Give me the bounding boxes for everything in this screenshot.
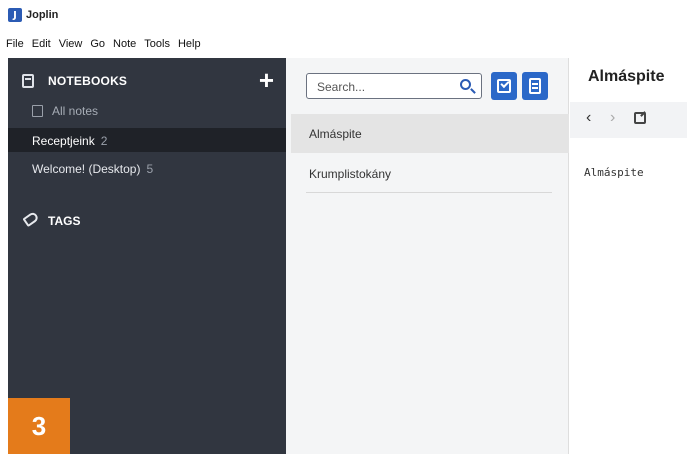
notebook-count: 5	[146, 162, 154, 176]
joplin-logo-icon: J	[8, 8, 22, 22]
search-icon[interactable]	[460, 79, 471, 90]
checkbox-icon	[497, 79, 511, 93]
new-note-button[interactable]	[522, 72, 548, 100]
list-divider	[306, 192, 552, 193]
notebook-icon	[22, 74, 34, 88]
add-notebook-button[interactable]: +	[259, 66, 274, 94]
search-input[interactable]: Search...	[306, 73, 482, 99]
all-notes-icon	[32, 105, 43, 117]
all-notes-item[interactable]: All notes	[8, 100, 286, 122]
menu-help[interactable]: Help	[178, 38, 201, 50]
title-bar: J Joplin	[0, 0, 687, 30]
note-title-heading[interactable]: Almáspite	[588, 68, 664, 86]
notebook-label: Welcome! (Desktop)	[32, 162, 141, 176]
new-todo-button[interactable]	[491, 72, 517, 100]
note-list-item[interactable]: Krumplistokány	[291, 154, 569, 193]
search-placeholder: Search...	[317, 80, 366, 94]
menu-file[interactable]: File	[6, 38, 24, 50]
tags-header[interactable]: TAGS	[8, 208, 286, 234]
note-title: Almáspite	[309, 127, 362, 141]
note-title: Krumplistokány	[309, 167, 392, 181]
note-icon	[529, 78, 541, 94]
note-body[interactable]: Almáspite	[584, 166, 644, 179]
all-notes-label: All notes	[52, 104, 99, 118]
note-editor: Almáspite ‹ › Almáspite	[570, 58, 687, 454]
menu-view[interactable]: View	[59, 38, 83, 50]
tags-title: TAGS	[48, 214, 81, 228]
menu-tools[interactable]: Tools	[144, 38, 170, 50]
notebooks-title: NOTEBOOKS	[48, 74, 128, 88]
notebook-item-welcome[interactable]: Welcome! (Desktop) 5	[8, 156, 286, 180]
external-edit-icon[interactable]	[634, 112, 646, 124]
notebook-count: 2	[100, 134, 108, 148]
back-button[interactable]: ‹	[586, 109, 591, 127]
menu-edit[interactable]: Edit	[32, 38, 51, 50]
note-list: Search... Almáspite Krumplistokány	[286, 58, 569, 454]
note-list-item[interactable]: Almáspite	[291, 114, 569, 153]
editor-toolbar: ‹ ›	[570, 102, 687, 138]
window-title: Joplin	[26, 9, 59, 21]
notebook-item-receptjeink[interactable]: Receptjeink 2	[8, 128, 286, 152]
step-number-badge: 3	[8, 398, 70, 454]
notebook-label: Receptjeink	[32, 134, 95, 148]
menu-go[interactable]: Go	[90, 38, 105, 50]
sidebar: NOTEBOOKS + All notes Receptjeink 2 Welco…	[8, 58, 286, 454]
menu-note[interactable]: Note	[113, 38, 136, 50]
forward-button[interactable]: ›	[610, 109, 615, 127]
tag-icon	[22, 210, 40, 228]
menu-bar: File Edit View Go Note Tools Help	[0, 34, 209, 54]
notebooks-header[interactable]: NOTEBOOKS +	[8, 66, 286, 96]
